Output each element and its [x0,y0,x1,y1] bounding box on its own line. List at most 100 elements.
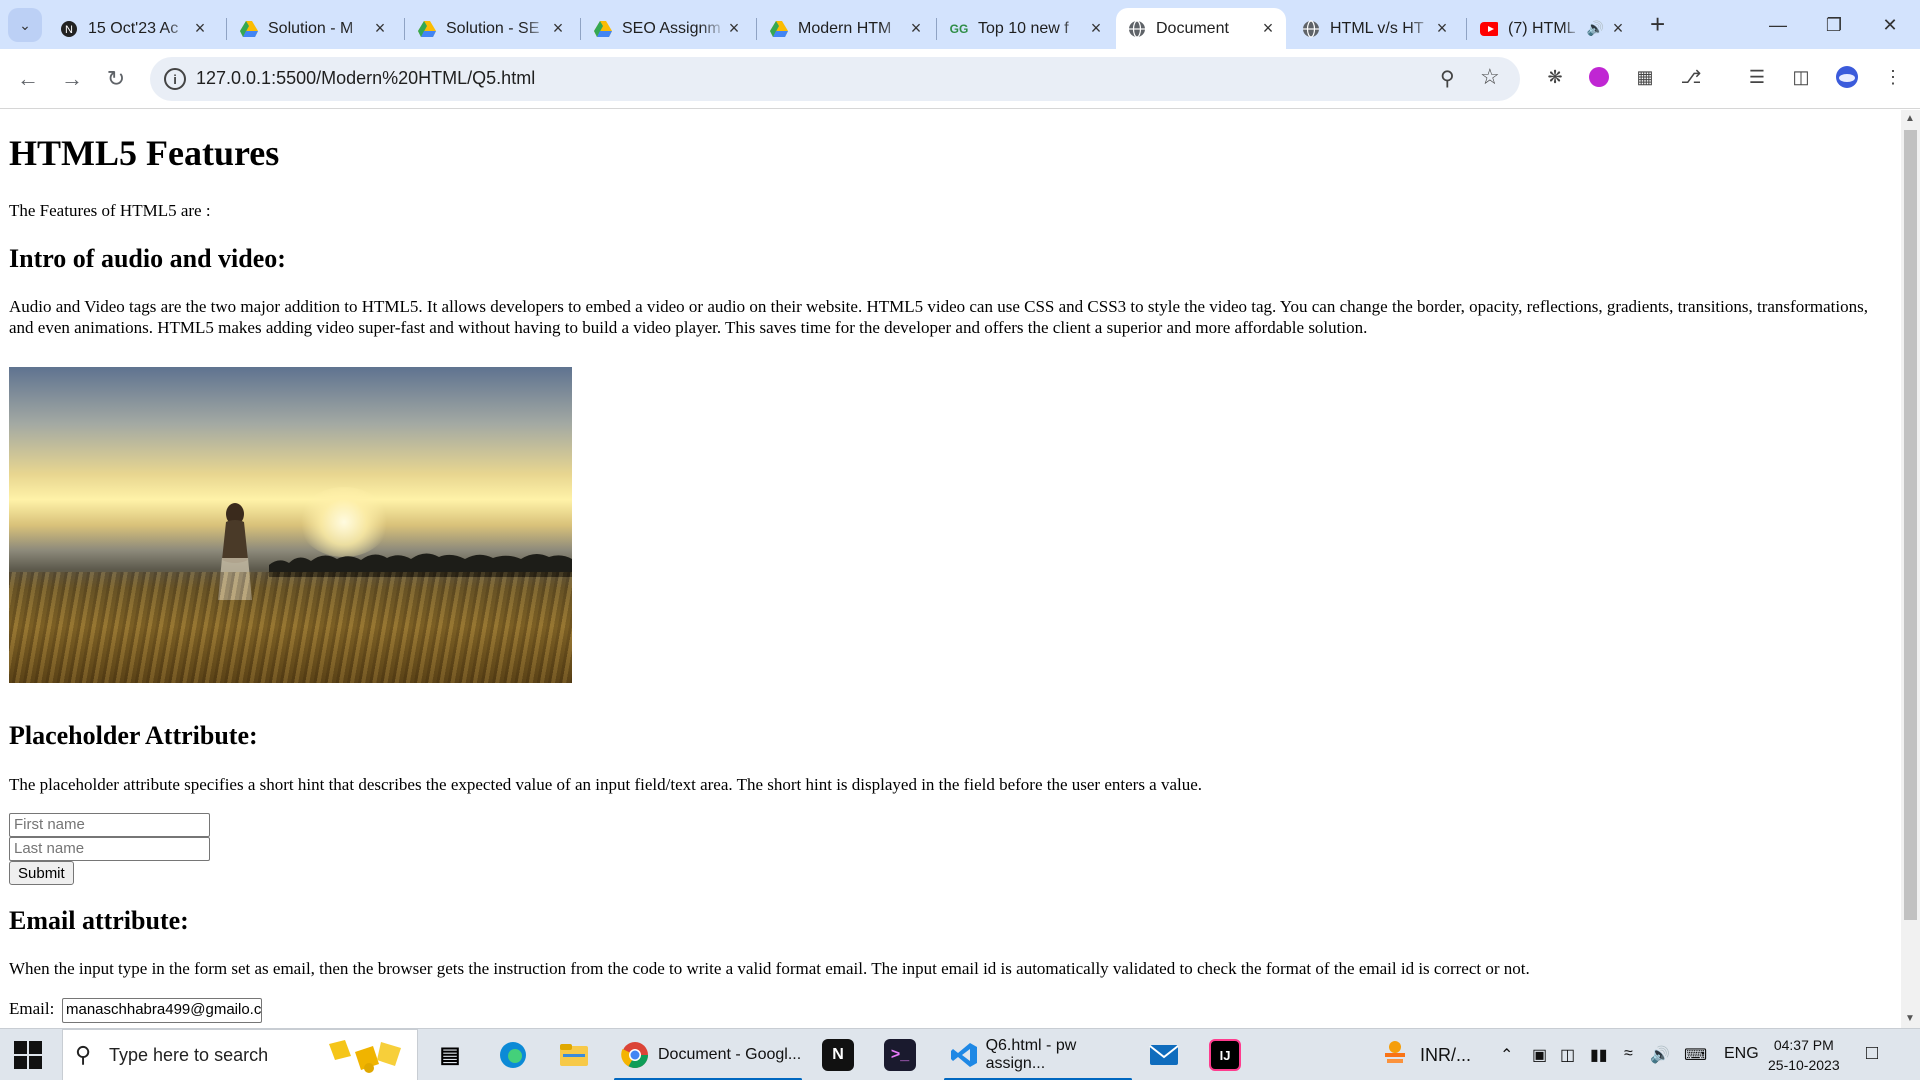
mail-icon[interactable] [1148,1039,1180,1071]
intellij-icon[interactable]: IJ [1209,1039,1241,1071]
new-tab-button[interactable]: + [1650,11,1665,37]
volume-icon[interactable]: 🔊 [1650,1045,1670,1065]
email-label: Email: [9,999,55,1018]
last-name-input[interactable]: Last name [9,837,210,861]
tab-6[interactable]: GG Top 10 new f × [938,8,1114,49]
menu-kebab-icon[interactable]: ⋮ [1880,64,1906,90]
tab-1[interactable]: N 15 Oct'23 Ac × [48,8,218,49]
forward-button[interactable]: → [56,63,88,95]
chrome-icon [621,1042,649,1069]
extensions-puzzle-icon[interactable]: ⎇ [1678,64,1704,90]
page-scrollbar[interactable]: ▲ ▼ [1901,110,1920,1028]
tab-strip: ⌄ N 15 Oct'23 Ac × Solution - M × Soluti… [0,0,1920,49]
address-bar[interactable]: i 127.0.0.1:5500/Modern%20HTML/Q5.html ⚲… [150,57,1520,101]
first-name-input[interactable]: First name [9,813,210,837]
close-tab-icon[interactable]: × [1260,18,1276,39]
side-panel-icon[interactable]: ◫ [1788,64,1814,90]
chevron-down-icon: ⌄ [19,16,31,33]
windows-start-icon[interactable] [14,1041,42,1069]
tab-5[interactable]: Modern HTM × [758,8,934,49]
taskbar-search-box[interactable]: ⚲ Type here to search [62,1029,418,1080]
terminal-icon[interactable]: >_ [884,1039,916,1071]
close-tab-icon[interactable]: × [726,18,742,39]
intro-text: The Features of HTML5 are : [9,201,211,220]
email-heading: Email attribute: [9,906,189,935]
close-tab-icon[interactable]: × [550,18,566,39]
currency-widget-icon[interactable] [1380,1039,1410,1074]
tab-3[interactable]: Solution - SE × [406,8,576,49]
tab-4[interactable]: SEO Assignm × [582,8,752,49]
page-title: HTML5 Features [9,133,280,173]
display-icon[interactable]: ◫ [1560,1045,1575,1065]
tab-title: Modern HTM [798,19,892,37]
file-explorer-icon[interactable] [558,1039,590,1071]
tab-search-button[interactable]: ⌄ [8,8,42,42]
audio-video-text: Audio and Video tags are the two major a… [9,297,1868,337]
tab-9[interactable]: (7) HTML 🔊 × [1468,8,1636,49]
vscode-icon [951,1043,977,1067]
tab-2[interactable]: Solution - M × [228,8,398,49]
tab-divider [404,18,405,40]
tab-divider [580,18,581,40]
clock[interactable]: 04:37 PM 25-10-2023 [1768,1035,1840,1075]
drive-icon [770,20,788,38]
task-view-icon[interactable]: ▤ [434,1039,466,1071]
email-text: When the input type in the form set as e… [9,959,1530,978]
scrollbar-thumb[interactable] [1904,130,1917,920]
tab-document-active[interactable]: Document × [1116,8,1286,49]
scroll-up-icon[interactable]: ▲ [1905,113,1915,124]
arrow-right-icon: → [61,66,83,91]
close-tab-icon[interactable]: × [1088,18,1104,39]
extension-grid-icon[interactable]: ▦ [1632,64,1658,90]
restore-button[interactable]: ❐ [1814,10,1854,40]
submit-button[interactable]: Submit [9,861,74,885]
extension-purple-icon[interactable] [1586,64,1612,90]
placeholder-heading: Placeholder Attribute: [9,721,258,750]
media-control-icon[interactable]: ☰ [1744,64,1770,90]
taskbar-app-vscode[interactable]: Q6.html - pw assign... [938,1029,1138,1080]
tab-divider [756,18,757,40]
keyboard-icon[interactable]: ⌨ [1684,1045,1707,1065]
search-highlight-illustration-icon [329,1040,401,1073]
zoom-icon[interactable]: ⚲ [1440,66,1455,91]
close-tab-icon[interactable]: × [1610,18,1626,39]
bookmark-star-icon[interactable]: ☆ [1480,64,1500,90]
tab-title: Solution - SE [446,19,540,37]
show-hidden-icons-icon[interactable]: ⌃ [1500,1045,1513,1065]
tab-title: HTML v/s HT [1330,19,1424,37]
taskbar-app-chrome[interactable]: Document - Googl... [608,1029,808,1080]
site-info-icon[interactable]: i [164,68,186,90]
wheat-field [9,572,572,683]
email-input[interactable]: manaschhabra499@gmailo.c [62,998,262,1023]
arrow-left-icon: ← [17,66,39,91]
language-indicator[interactable]: ENG [1724,1045,1759,1063]
battery-icon[interactable]: ▮▮ [1590,1045,1608,1065]
scroll-down-icon[interactable]: ▼ [1905,1013,1915,1024]
close-tab-icon[interactable]: × [192,18,208,39]
close-window-button[interactable]: ✕ [1870,10,1910,40]
close-tab-icon[interactable]: × [908,18,924,39]
back-button[interactable]: ← [12,63,44,95]
tab-title: Solution - M [268,19,354,37]
speaker-icon[interactable]: 🔊 [1587,20,1604,37]
clock-time: 04:37 PM [1773,1037,1834,1053]
currency-ticker[interactable]: INR/... [1420,1045,1471,1066]
globe-icon [1128,19,1146,38]
minimize-button[interactable]: — [1758,10,1798,40]
edge-icon[interactable] [497,1039,529,1071]
reload-button[interactable]: ↻ [100,63,132,95]
meet-now-icon[interactable]: ▣ [1532,1045,1547,1065]
notifications-icon[interactable]: □ [1866,1042,1878,1065]
notion-app-icon[interactable]: N [822,1039,854,1071]
profile-avatar[interactable] [1834,64,1860,90]
url-text[interactable]: 127.0.0.1:5500/Modern%20HTML/Q5.html [196,68,535,89]
close-tab-icon[interactable]: × [372,18,388,39]
drive-icon [240,20,258,38]
close-tab-icon[interactable]: × [1434,18,1450,39]
taskbar: ⚲ Type here to search ▤ Document - Googl… [0,1028,1920,1080]
placeholder-text: The placeholder attribute specifies a sh… [9,775,1203,794]
tab-divider [936,18,937,40]
tab-8[interactable]: HTML v/s HT × [1290,8,1460,49]
extension-bug-icon[interactable]: ❋ [1542,64,1568,90]
wifi-icon[interactable]: ≈ [1624,1045,1633,1063]
